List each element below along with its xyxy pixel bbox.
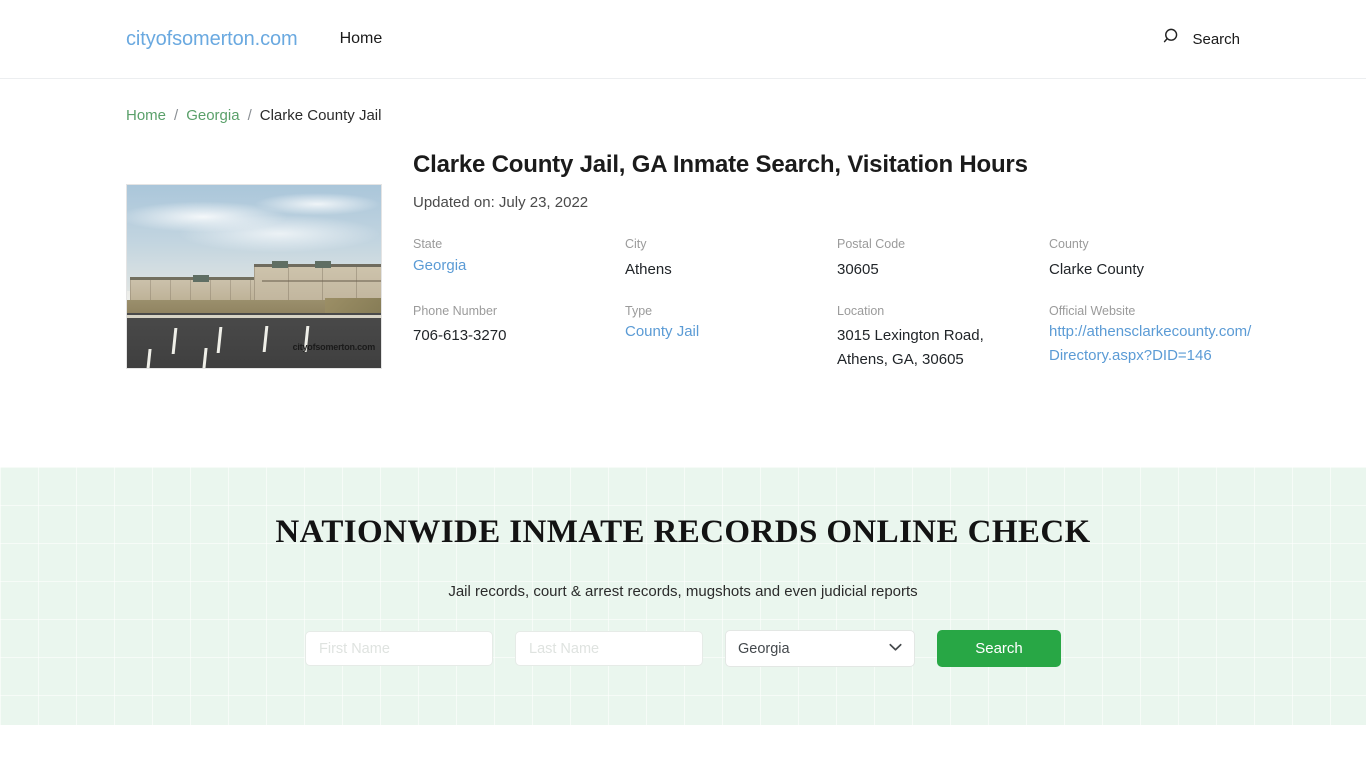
promo-banner: Nationwide Inmate Records Online Check J… [0, 467, 1366, 725]
breadcrumb-item-current: Clarke County Jail [259, 107, 382, 124]
info-label-city: City [625, 237, 647, 251]
info-cell-official-website: Official Website http://athensclarkecoun… [1049, 303, 1261, 371]
inmate-search-button[interactable]: Search [937, 630, 1061, 667]
breadcrumb: Home / Georgia / Clarke County Jail [0, 79, 1366, 124]
promo-subtitle: Jail records, court & arrest records, mu… [448, 583, 918, 600]
promo-title: Nationwide Inmate Records Online Check [275, 514, 1091, 550]
jail-detail-body: Clarke County Jail, GA Inmate Search, Vi… [382, 150, 1261, 371]
site-logo[interactable]: cityofsomerton.com [126, 28, 298, 51]
photo-parking-lot [127, 313, 381, 368]
info-cell-phone-number: Phone Number 706-613-3270 [413, 303, 625, 371]
breadcrumb-item-georgia[interactable]: Georgia [186, 107, 239, 124]
info-cell-state: State Georgia [413, 236, 625, 281]
info-cell-type: Type County Jail [625, 303, 837, 371]
photo-watermark: cityofsomerton.com [292, 342, 376, 352]
first-name-input[interactable] [305, 631, 493, 666]
jail-detail-section: cityofsomerton.com Clarke County Jail, G… [0, 124, 1366, 371]
info-label-location: Location [837, 303, 885, 318]
site-header: cityofsomerton.com Home Search [0, 0, 1366, 79]
photo-roof-unit [314, 260, 331, 268]
info-label-postal-code: Postal Code [837, 237, 906, 251]
photo-lot-stripe [262, 326, 269, 353]
info-label-type: Type [625, 303, 653, 318]
primary-nav: Home [340, 30, 383, 48]
info-cell-county: County Clarke County [1049, 236, 1261, 281]
photo-lot-stripe [171, 328, 178, 355]
inmate-search-form: Georgia Search [0, 630, 1366, 667]
info-cell-city: City Athens [625, 236, 837, 281]
search-toggle[interactable]: Search [1163, 27, 1240, 51]
info-value-phone-number: 706-613-3270 [413, 327, 507, 345]
photo-lot-stripe [217, 327, 223, 354]
info-cell-postal-code: Postal Code 30605 [837, 236, 1049, 281]
info-value-state[interactable]: Georgia [413, 257, 466, 274]
photo-roof-unit [271, 260, 288, 268]
info-label-phone-number: Phone Number [413, 303, 498, 318]
info-label-official-website: Official Website [1049, 303, 1136, 318]
state-select-wrapper: Georgia [725, 630, 915, 667]
jail-info-grid: State Georgia City Athens Postal Code 30… [413, 236, 1261, 371]
photo-roof-unit [193, 274, 210, 282]
info-value-county: Clarke County [1049, 260, 1145, 278]
updated-date: Updated on: July 23, 2022 [413, 194, 589, 211]
breadcrumb-separator: / [174, 107, 179, 124]
info-value-official-website[interactable]: http://athensclarkecounty.com/Directory.… [1049, 323, 1251, 363]
last-name-input[interactable] [515, 631, 703, 666]
info-value-location: 3015 Lexington Road, Athens, GA, 30605 [837, 327, 984, 368]
search-label: Search [1192, 30, 1240, 48]
info-value-postal-code: 30605 [837, 260, 879, 278]
page-title: Clarke County Jail, GA Inmate Search, Vi… [413, 151, 1028, 178]
breadcrumb-item-home[interactable]: Home [126, 107, 166, 124]
info-value-type[interactable]: County Jail [625, 323, 699, 340]
state-select[interactable]: Georgia [725, 630, 915, 667]
jail-photo: cityofsomerton.com [126, 184, 382, 369]
info-cell-location: Location 3015 Lexington Road, Athens, GA… [837, 303, 1049, 371]
info-label-county: County [1049, 237, 1089, 251]
photo-lot-stripe [201, 348, 208, 368]
jail-photo-container: cityofsomerton.com [126, 184, 382, 369]
breadcrumb-separator: / [247, 107, 252, 124]
info-label-state: State [413, 237, 443, 251]
nav-item-home[interactable]: Home [340, 30, 383, 48]
info-value-city: Athens [625, 260, 672, 278]
photo-lot-stripe [145, 349, 152, 368]
search-icon [1163, 27, 1182, 51]
